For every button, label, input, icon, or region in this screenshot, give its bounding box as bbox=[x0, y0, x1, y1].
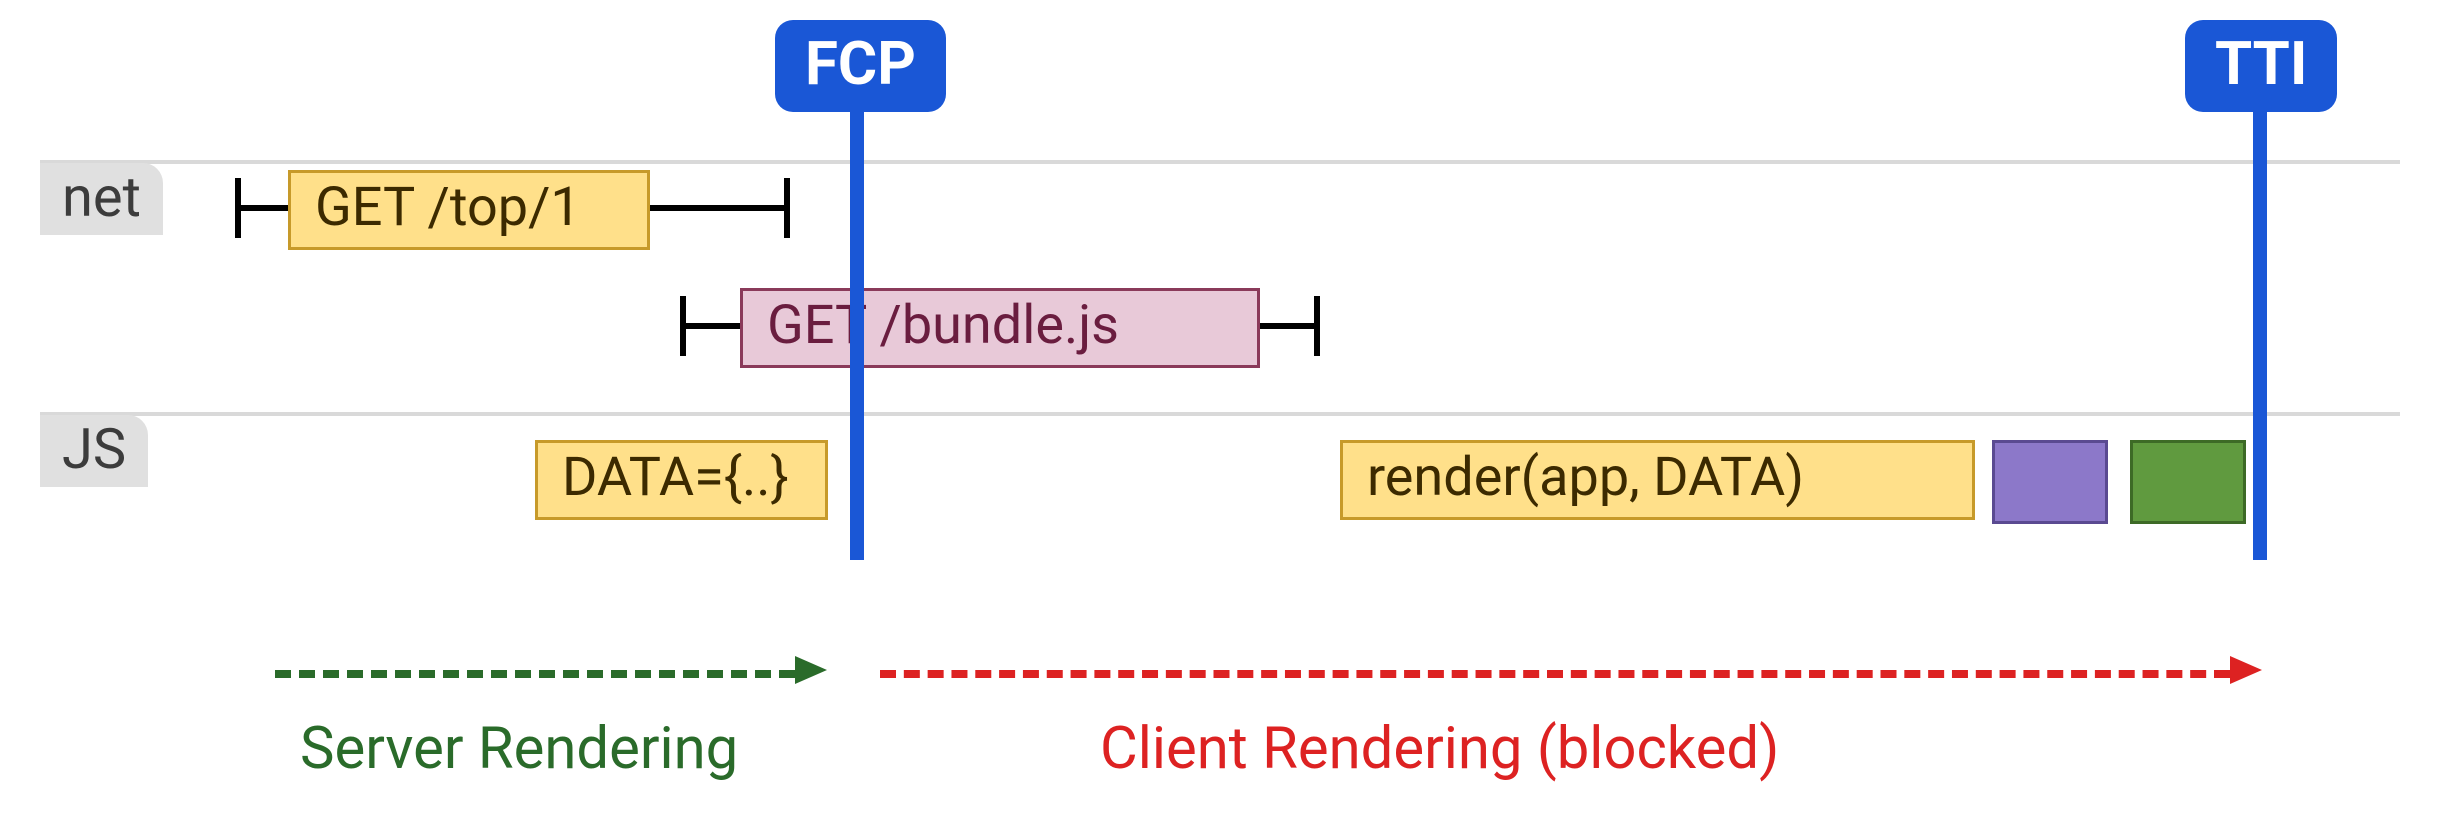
fcp-label: FCP bbox=[805, 28, 916, 99]
task-purple-block bbox=[1992, 440, 2108, 524]
task-green-block bbox=[2130, 440, 2246, 524]
net-track-label: net bbox=[40, 163, 163, 235]
client-phase-label: Client Rendering (blocked) bbox=[1100, 720, 1779, 778]
server-phase-label: Server Rendering bbox=[300, 720, 738, 778]
tti-marker-pill: TTI bbox=[2185, 20, 2337, 112]
js-track-label: JS bbox=[40, 415, 148, 487]
tti-label: TTI bbox=[2215, 28, 2307, 99]
req-bundle-end-line bbox=[1260, 323, 1320, 329]
js-track-line bbox=[40, 412, 2400, 416]
req-top-end-cap bbox=[784, 178, 790, 238]
req-bundle-bar: GET /bundle.js bbox=[740, 288, 1260, 368]
req-bundle-start-line bbox=[680, 323, 740, 329]
server-phase-arrowhead bbox=[795, 656, 827, 684]
fcp-marker-pill: FCP bbox=[775, 20, 946, 112]
task-data-bar: DATA={..} bbox=[535, 440, 828, 520]
req-bundle-end-cap bbox=[1314, 296, 1320, 356]
rendering-timeline-diagram: net JS GET /top/1 GET /bundle.js DATA={.… bbox=[0, 0, 2440, 824]
req-top-bar: GET /top/1 bbox=[288, 170, 650, 250]
req-top-start-line bbox=[235, 205, 288, 211]
client-phase-arrowhead bbox=[2230, 656, 2262, 684]
tti-marker-line bbox=[2253, 110, 2267, 560]
client-phase-arrow bbox=[880, 670, 2230, 678]
net-track-line bbox=[40, 160, 2400, 164]
fcp-marker-line bbox=[850, 110, 864, 560]
task-render-bar: render(app, DATA) bbox=[1340, 440, 1975, 520]
req-top-end-line bbox=[650, 205, 790, 211]
server-phase-arrow bbox=[275, 670, 795, 678]
